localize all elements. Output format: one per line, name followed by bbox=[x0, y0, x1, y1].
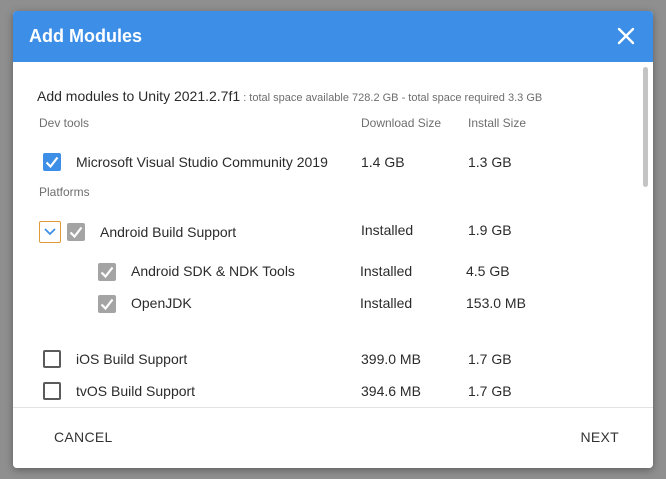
checkbox-visual-studio[interactable] bbox=[43, 153, 61, 171]
install-size: 1.3 GB bbox=[468, 154, 512, 170]
install-size: 1.7 GB bbox=[468, 383, 512, 399]
checkbox-android-sdk[interactable] bbox=[98, 263, 116, 281]
install-size: 1.9 GB bbox=[468, 222, 512, 238]
checkbox-tvos[interactable] bbox=[43, 382, 61, 400]
module-label: Android SDK & NDK Tools bbox=[131, 263, 295, 279]
dialog-footer: CANCEL NEXT bbox=[13, 407, 653, 468]
install-size: 153.0 MB bbox=[466, 295, 526, 311]
section-dev-tools: Dev tools bbox=[39, 116, 90, 130]
checkbox-android[interactable] bbox=[67, 223, 85, 241]
dialog-title: Add Modules bbox=[29, 26, 142, 46]
next-button[interactable]: NEXT bbox=[580, 429, 619, 445]
module-label: Microsoft Visual Studio Community 2019 bbox=[76, 154, 328, 170]
module-row-android-sdk: Android SDK & NDK Tools Installed 4.5 GB bbox=[13, 259, 643, 287]
checkbox-openjdk[interactable] bbox=[98, 295, 116, 313]
install-size: 1.7 GB bbox=[468, 351, 512, 367]
module-label: OpenJDK bbox=[131, 295, 192, 311]
scrollbar[interactable] bbox=[640, 62, 653, 408]
install-size: 4.5 GB bbox=[466, 263, 510, 279]
cancel-button[interactable]: CANCEL bbox=[54, 429, 113, 445]
modules-list: Add modules to Unity 2021.2.7f1 : total … bbox=[13, 62, 653, 408]
column-download-size: Download Size bbox=[361, 116, 442, 130]
module-label: iOS Build Support bbox=[76, 351, 188, 367]
module-label: Android Build Support bbox=[100, 224, 237, 240]
module-row-openjdk: OpenJDK Installed 153.0 MB bbox=[13, 291, 643, 319]
download-size: Installed bbox=[360, 295, 413, 311]
download-size: Installed bbox=[360, 263, 413, 279]
column-install-size: Install Size bbox=[468, 116, 527, 130]
expand-toggle-android[interactable] bbox=[39, 221, 61, 243]
download-size: 399.0 MB bbox=[361, 351, 421, 367]
download-size: 1.4 GB bbox=[361, 154, 405, 170]
scrollbar-thumb[interactable] bbox=[643, 67, 648, 187]
module-row-tvos: tvOS Build Support 394.6 MB 1.7 GB bbox=[13, 378, 643, 406]
module-label: tvOS Build Support bbox=[76, 383, 196, 399]
close-icon[interactable] bbox=[615, 25, 637, 47]
module-row-android: Android Build Support Installed 1.9 GB bbox=[13, 219, 643, 247]
add-modules-dialog: Add Modules Add modules to Unity 2021.2.… bbox=[13, 11, 653, 468]
module-row-ios: iOS Build Support 399.0 MB 1.7 GB bbox=[13, 346, 643, 374]
space-summary: Add modules to Unity 2021.2.7f1 : total … bbox=[37, 88, 542, 104]
summary-main: Add modules to Unity 2021.2.7f1 bbox=[37, 88, 241, 104]
summary-detail: : total space available 728.2 GB - total… bbox=[240, 92, 543, 104]
download-size: Installed bbox=[361, 222, 414, 238]
download-size: 394.6 MB bbox=[361, 383, 421, 399]
module-row-visual-studio: Microsoft Visual Studio Community 2019 1… bbox=[13, 149, 643, 177]
checkbox-ios[interactable] bbox=[43, 350, 61, 368]
section-platforms: Platforms bbox=[39, 185, 90, 199]
dialog-header: Add Modules bbox=[13, 11, 653, 62]
